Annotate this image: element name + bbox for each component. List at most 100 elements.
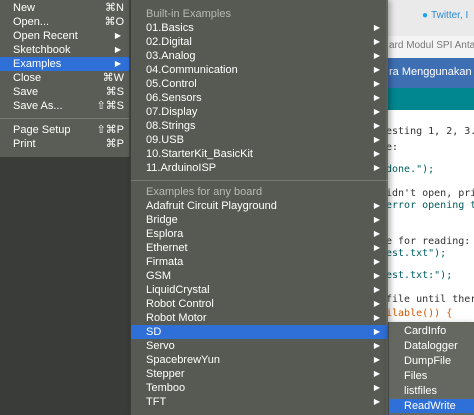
menu-item-sketchbook[interactable]: Sketchbook ▶	[0, 43, 129, 57]
submenu-arrow-icon: ▶	[373, 65, 380, 74]
menu-item-label: 09.USB	[146, 134, 184, 146]
menu-item-label: Close	[13, 72, 42, 84]
menu-item-label: 07.Display	[146, 106, 198, 118]
submenu-arrow-icon: ▶	[373, 397, 380, 406]
submenu-arrow-icon: ▶	[373, 355, 380, 364]
sd-item-cardinfo[interactable]: CardInfo	[389, 324, 474, 338]
menu-separator	[0, 118, 129, 119]
menu-item-save[interactable]: Save ⌘S	[0, 85, 129, 99]
menu-item-label: 11.ArduinoISP	[146, 162, 217, 174]
menu-item-label: Bridge	[146, 214, 178, 226]
menu-item-new[interactable]: New ⌘N	[0, 1, 129, 15]
menu-item-label: Print	[13, 138, 36, 150]
code-line: ilable()) {	[386, 308, 453, 319]
menu-item-print[interactable]: Print ⌘P	[0, 137, 129, 151]
sd-item-dumpfile[interactable]: DumpFile	[389, 354, 474, 368]
menu-item-label: 05.Control	[146, 78, 197, 90]
example-item-display[interactable]: 07.Display ▶	[131, 105, 388, 119]
submenu-arrow-icon: ▶	[373, 327, 380, 336]
menu-item-open[interactable]: Open... ⌘O	[0, 15, 129, 29]
example-item-gsm[interactable]: GSM ▶	[131, 269, 388, 283]
menu-item-label: Open...	[13, 16, 50, 28]
menu-item-label: ReadWrite	[404, 400, 456, 412]
browser-toolbar: ● Twitter, I	[386, 0, 474, 37]
submenu-arrow-icon: ▶	[373, 79, 380, 88]
twitter-link-text: Twitter, I	[431, 10, 469, 21]
code-line: est.txt");	[386, 248, 447, 259]
example-item-robot-motor[interactable]: Robot Motor ▶	[131, 311, 388, 325]
submenu-arrow-icon: ▶	[373, 285, 380, 294]
example-item-firmata[interactable]: Firmata ▶	[131, 255, 388, 269]
menu-item-label: Files	[404, 370, 428, 382]
menu-item-label: 08.Strings	[146, 120, 196, 132]
menu-item-label: Page Setup	[13, 124, 71, 136]
menu-separator	[131, 180, 388, 181]
example-item-bridge[interactable]: Bridge ▶	[131, 213, 388, 227]
menu-item-label: listfiles	[404, 385, 438, 397]
submenu-arrow-icon: ▶	[373, 229, 380, 238]
examples-submenu: Built-in Examples 01.Basics ▶ 02.Digital ▶…	[130, 0, 388, 415]
menu-item-label: GSM	[146, 270, 172, 282]
submenu-arrow-icon: ▶	[114, 45, 121, 54]
menu-item-label: Robot Control	[146, 298, 214, 310]
example-item-starterkit[interactable]: 10.StarterKit_BasicKit ▶	[131, 147, 388, 161]
submenu-arrow-icon: ▶	[373, 93, 380, 102]
menu-item-examples[interactable]: Examples ▶	[0, 57, 129, 71]
example-item-esplora[interactable]: Esplora ▶	[131, 227, 388, 241]
menu-item-label: Servo	[146, 340, 175, 352]
example-item-communication[interactable]: 04.Communication ▶	[131, 63, 388, 77]
menu-item-close[interactable]: Close ⌘W	[0, 71, 129, 85]
any-board-examples-header: Examples for any board	[146, 186, 263, 198]
submenu-arrow-icon: ▶	[373, 149, 380, 158]
example-item-robot-control[interactable]: Robot Control ▶	[131, 297, 388, 311]
submenu-arrow-icon: ▶	[373, 51, 380, 60]
menu-item-open-recent[interactable]: Open Recent ▶	[0, 29, 129, 43]
example-item-stepper[interactable]: Stepper ▶	[131, 367, 388, 381]
submenu-arrow-icon: ▶	[373, 37, 380, 46]
browser-page-text: ard Modul SPI Antarm	[386, 36, 474, 58]
menu-item-label: TFT	[146, 396, 167, 408]
sd-submenu: CardInfo Datalogger DumpFile Files listf…	[388, 322, 474, 415]
example-item-strings[interactable]: 08.Strings ▶	[131, 119, 388, 133]
example-item-sd[interactable]: SD ▶	[131, 325, 388, 339]
example-item-tft[interactable]: TFT ▶	[131, 395, 388, 409]
sd-item-datalogger[interactable]: Datalogger	[389, 339, 474, 353]
example-item-arduinoisp[interactable]: 11.ArduinoISP ▶	[131, 161, 388, 175]
menu-item-save-as[interactable]: Save As... ⇧⌘S	[0, 99, 129, 113]
shortcut-label: ⌘N	[105, 2, 124, 14]
menu-item-label: New	[13, 2, 36, 14]
example-item-temboo[interactable]: Temboo ▶	[131, 381, 388, 395]
shortcut-label: ⌘O	[104, 16, 124, 28]
menu-item-label: 03.Analog	[146, 50, 196, 62]
example-item-control[interactable]: 05.Control ▶	[131, 77, 388, 91]
twitter-link[interactable]: ● Twitter, I	[422, 10, 468, 21]
submenu-arrow-icon: ▶	[373, 341, 380, 350]
example-item-spacebrewyun[interactable]: SpacebrewYun ▶	[131, 353, 388, 367]
submenu-arrow-icon: ▶	[114, 59, 121, 68]
example-item-usb[interactable]: 09.USB ▶	[131, 133, 388, 147]
example-item-basics[interactable]: 01.Basics ▶	[131, 21, 388, 35]
shortcut-label: ⌘S	[105, 86, 124, 98]
menu-item-page-setup[interactable]: Page Setup ⇧⌘P	[0, 123, 129, 137]
menu-item-label: Examples	[13, 58, 62, 70]
code-line: est.txt:");	[386, 270, 453, 281]
example-item-ethernet[interactable]: Ethernet ▶	[131, 241, 388, 255]
code-line: esting 1, 2, 3.	[386, 126, 474, 137]
menu-item-label: Temboo	[146, 382, 186, 394]
page-banner-text: ra Menggunakan M	[389, 66, 474, 78]
menu-item-label: CardInfo	[404, 325, 447, 337]
example-item-analog[interactable]: 03.Analog ▶	[131, 49, 388, 63]
example-item-digital[interactable]: 02.Digital ▶	[131, 35, 388, 49]
menu-item-label: Esplora	[146, 228, 184, 240]
sd-item-listfiles[interactable]: listfiles	[389, 384, 474, 398]
submenu-arrow-icon: ▶	[373, 299, 380, 308]
example-item-adafruit[interactable]: Adafruit Circuit Playground ▶	[131, 199, 388, 213]
example-item-liquidcrystal[interactable]: LiquidCrystal ▶	[131, 283, 388, 297]
example-item-servo[interactable]: Servo ▶	[131, 339, 388, 353]
sd-item-readwrite[interactable]: ReadWrite	[389, 399, 474, 413]
submenu-arrow-icon: ▶	[373, 383, 380, 392]
sd-item-files[interactable]: Files	[389, 369, 474, 383]
menu-item-label: 06.Sensors	[146, 92, 202, 104]
code-line: error opening tes	[386, 200, 474, 211]
example-item-sensors[interactable]: 06.Sensors ▶	[131, 91, 388, 105]
